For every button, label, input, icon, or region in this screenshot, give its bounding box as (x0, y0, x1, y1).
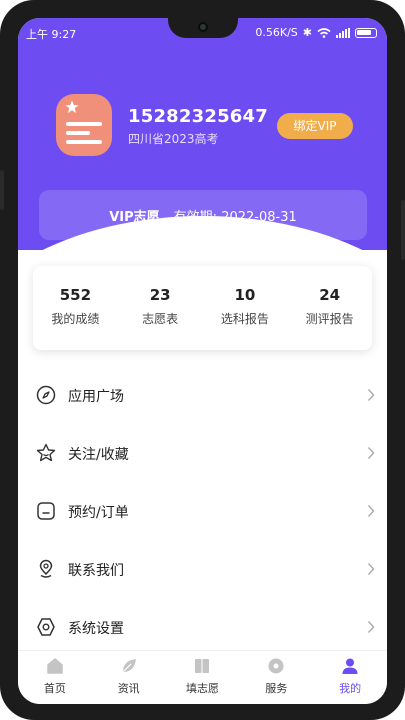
power-button (401, 200, 405, 260)
chevron-right-icon (367, 563, 375, 575)
stat-value: 10 (234, 286, 256, 304)
menu-item-contact[interactable]: 联系我们 (18, 540, 387, 598)
stat-subject-report[interactable]: 10 选科报告 (203, 266, 288, 350)
camera-icon (198, 22, 208, 32)
notch (168, 18, 238, 38)
status-bar: 上午 9:27 0.56K/S ✱ (18, 18, 387, 48)
menu-item-app-square[interactable]: 应用广场 (18, 366, 387, 424)
user-exam-info: 四川省2023高考 (128, 132, 219, 146)
menu-label: 预约/订单 (68, 505, 129, 521)
stat-score[interactable]: 552 我的成绩 (33, 266, 118, 350)
battery-icon (355, 27, 377, 38)
profile-header: 上午 9:27 0.56K/S ✱ 15282325647 四川省2023高考 … (18, 18, 387, 250)
avatar-line (66, 140, 102, 144)
bottom-nav: 首页 资讯 填志愿 服务 我的 (18, 650, 387, 704)
news-icon (122, 659, 136, 673)
stat-value: 24 (319, 286, 341, 304)
star-badge-icon (65, 100, 79, 113)
book-icon (195, 659, 210, 673)
chevron-right-icon (367, 389, 375, 401)
avatar-line (66, 122, 102, 126)
user-icon (342, 658, 358, 674)
stat-label: 测评报告 (305, 312, 354, 326)
avatar[interactable] (56, 94, 112, 156)
menu-label: 关注/收藏 (68, 447, 129, 463)
star-icon (36, 443, 56, 462)
compass-icon (36, 385, 56, 405)
bluetooth-icon: ✱ (302, 26, 312, 39)
menu-label: 应用广场 (68, 389, 124, 405)
phone-frame: 上午 9:27 0.56K/S ✱ 15282325647 四川省2023高考 … (0, 0, 405, 720)
nav-label: 填志愿 (185, 682, 219, 695)
nav-label: 首页 (43, 682, 66, 695)
wifi-icon (317, 27, 331, 38)
signal-icon (336, 27, 350, 38)
menu-item-settings[interactable]: 系统设置 (18, 598, 387, 656)
menu-item-favorites[interactable]: 关注/收藏 (18, 424, 387, 482)
network-speed: 0.56K/S (255, 26, 298, 39)
avatar-line (66, 131, 90, 135)
nav-label: 资讯 (117, 682, 140, 695)
stat-wish-list[interactable]: 23 志愿表 (118, 266, 203, 350)
home-icon (47, 658, 63, 674)
stat-label: 选科报告 (220, 312, 269, 326)
nav-item-mine[interactable]: 我的 (313, 651, 387, 704)
nav-label: 服务 (265, 682, 288, 695)
stat-assessment-report[interactable]: 24 测评报告 (287, 266, 372, 350)
stat-value: 23 (149, 286, 171, 304)
menu-list: 应用广场 关注/收藏 预约/订单 联系我们 系统设置 (18, 366, 387, 656)
nav-label: 我的 (339, 682, 362, 695)
user-phone: 15282325647 (128, 106, 268, 127)
screen: 上午 9:27 0.56K/S ✱ 15282325647 四川省2023高考 … (18, 18, 387, 704)
stat-label: 我的成绩 (51, 312, 100, 326)
bind-vip-button[interactable]: 绑定VIP (277, 113, 353, 139)
status-time: 上午 9:27 (26, 28, 77, 41)
nav-item-home[interactable]: 首页 (18, 651, 92, 704)
order-icon (37, 502, 55, 520)
service-icon (268, 658, 284, 674)
stat-label: 志愿表 (142, 312, 179, 326)
chevron-right-icon (367, 505, 375, 517)
nav-item-news[interactable]: 资讯 (92, 651, 166, 704)
nav-item-fill-wishes[interactable]: 填志愿 (166, 651, 240, 704)
chevron-right-icon (367, 447, 375, 459)
location-icon (39, 559, 53, 578)
stats-card: 552 我的成绩 23 志愿表 10 选科报告 24 测评报告 (33, 266, 372, 350)
nav-item-service[interactable]: 服务 (239, 651, 313, 704)
chevron-right-icon (367, 621, 375, 633)
menu-item-orders[interactable]: 预约/订单 (18, 482, 387, 540)
status-icons: 0.56K/S ✱ (255, 26, 377, 39)
stat-value: 552 (59, 286, 92, 304)
menu-label: 联系我们 (68, 563, 124, 579)
volume-button (0, 170, 4, 210)
menu-label: 系统设置 (68, 621, 124, 637)
settings-icon (37, 618, 55, 636)
